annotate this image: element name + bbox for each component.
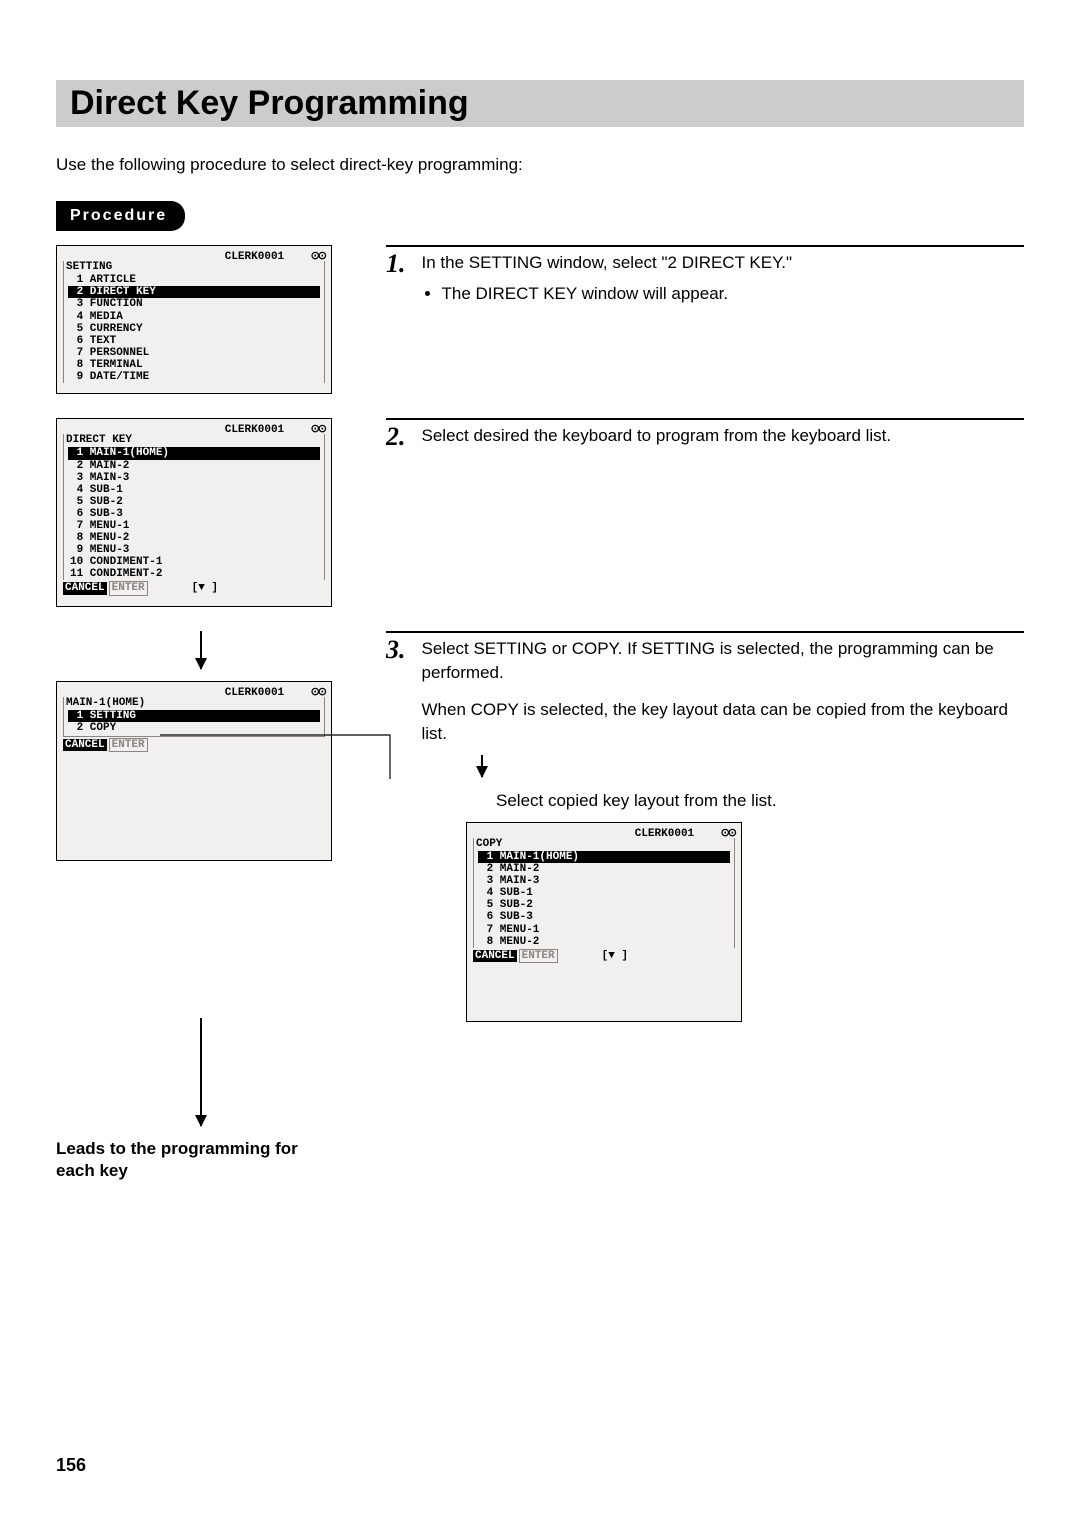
cancel-button[interactable]: CANCEL — [63, 739, 107, 751]
list-item[interactable]: 7 MENU-1 — [478, 924, 730, 936]
leads-text: Leads to the programming for each key — [56, 1138, 326, 1182]
enter-button[interactable]: ENTER — [519, 949, 558, 963]
list-item[interactable]: 2 MAIN-2 — [68, 460, 320, 472]
cancel-button[interactable]: CANCEL — [473, 950, 517, 962]
lcd-main1-list[interactable]: 1 SETTING 2 COPY — [68, 710, 320, 734]
enter-button[interactable]: ENTER — [109, 738, 148, 752]
list-item[interactable]: 8 MENU-2 — [478, 936, 730, 948]
lcd-setting-list[interactable]: 1 ARTICLE 2 DIRECT KEY 3 FUNCTION 4 MEDI… — [68, 274, 320, 383]
list-item[interactable]: 4 MEDIA — [68, 311, 320, 323]
lcd-directkey: CLERK0001 ⊙⊙ DIRECT KEY 1 MAIN-1(HOME) 2… — [56, 418, 332, 606]
list-item[interactable]: 2 DIRECT KEY — [68, 286, 320, 298]
step-text-3: Select SETTING or COPY. If SETTING is se… — [422, 637, 1025, 748]
lcd-setting: CLERK0001 ⊙⊙ SETTING 1 ARTICLE 2 DIRECT … — [56, 245, 332, 394]
enter-button[interactable]: ENTER — [109, 581, 148, 595]
intro-text: Use the following procedure to select di… — [56, 155, 1024, 175]
clerk-label: CLERK0001 — [225, 251, 284, 263]
list-item[interactable]: 6 SUB-3 — [68, 508, 320, 520]
scroll-down-icon[interactable]: [▼ ] — [602, 950, 628, 962]
list-item[interactable]: 4 SUB-1 — [68, 484, 320, 496]
list-item[interactable]: 1 MAIN-1(HOME) — [478, 851, 730, 863]
list-item[interactable]: 8 TERMINAL — [68, 359, 320, 371]
copy-instruction: Select copied key layout from the list. — [496, 789, 1024, 814]
page-title: Direct Key Programming — [70, 84, 1024, 123]
arrow-down-icon — [200, 631, 202, 669]
lcd-main1: CLERK0001 ⊙⊙ MAIN-1(HOME) 1 SETTING 2 CO… — [56, 681, 332, 861]
list-item[interactable]: 5 SUB-2 — [478, 899, 730, 911]
list-item[interactable]: 6 TEXT — [68, 335, 320, 347]
status-icon: ⊙⊙ — [311, 250, 325, 262]
list-item[interactable]: 11 CONDIMENT-2 — [68, 568, 320, 580]
list-item[interactable]: 2 MAIN-2 — [478, 863, 730, 875]
list-item[interactable]: 9 MENU-3 — [68, 544, 320, 556]
list-item[interactable]: 9 DATE/TIME — [68, 371, 320, 383]
list-item[interactable]: 4 SUB-1 — [478, 887, 730, 899]
lcd-directkey-list[interactable]: 1 MAIN-1(HOME) 2 MAIN-2 3 MAIN-3 4 SUB-1… — [68, 447, 320, 580]
list-item[interactable]: 5 SUB-2 — [68, 496, 320, 508]
step-number-3: 3. — [386, 637, 406, 663]
list-item[interactable]: 5 CURRENCY — [68, 323, 320, 335]
list-item[interactable]: 1 SETTING — [68, 710, 320, 722]
step-number-1: 1. — [386, 251, 406, 277]
list-item[interactable]: 3 FUNCTION — [68, 298, 320, 310]
arrow-down-icon — [200, 1018, 202, 1126]
list-item[interactable]: 7 MENU-1 — [68, 520, 320, 532]
procedure-label: Procedure — [56, 201, 185, 231]
list-item[interactable]: 3 MAIN-3 — [68, 472, 320, 484]
cancel-button[interactable]: CANCEL — [63, 582, 107, 594]
list-item[interactable]: 8 MENU-2 — [68, 532, 320, 544]
lcd-copy-list[interactable]: 1 MAIN-1(HOME) 2 MAIN-2 3 MAIN-3 4 SUB-1… — [478, 851, 730, 948]
lcd-copy: CLERK0001 ⊙⊙ COPY 1 MAIN-1(HOME) 2 MAIN-… — [466, 822, 742, 1022]
scroll-down-icon[interactable]: [▼ ] — [192, 582, 218, 594]
list-item[interactable]: 3 MAIN-3 — [478, 875, 730, 887]
list-item[interactable]: 10 CONDIMENT-1 — [68, 556, 320, 568]
list-item[interactable]: 2 COPY — [68, 722, 320, 734]
arrow-down-icon — [481, 755, 483, 777]
step-number-2: 2. — [386, 424, 406, 450]
page-number: 156 — [56, 1455, 86, 1476]
page-title-bar: Direct Key Programming — [56, 80, 1024, 127]
step-text-2: Select desired the keyboard to program f… — [422, 424, 892, 449]
list-item[interactable]: 1 MAIN-1(HOME) — [68, 447, 320, 459]
step-text-1: In the SETTING window, select "2 DIRECT … — [422, 251, 792, 306]
list-item[interactable]: 6 SUB-3 — [478, 911, 730, 923]
list-item[interactable]: 7 PERSONNEL — [68, 347, 320, 359]
list-item[interactable]: 1 ARTICLE — [68, 274, 320, 286]
